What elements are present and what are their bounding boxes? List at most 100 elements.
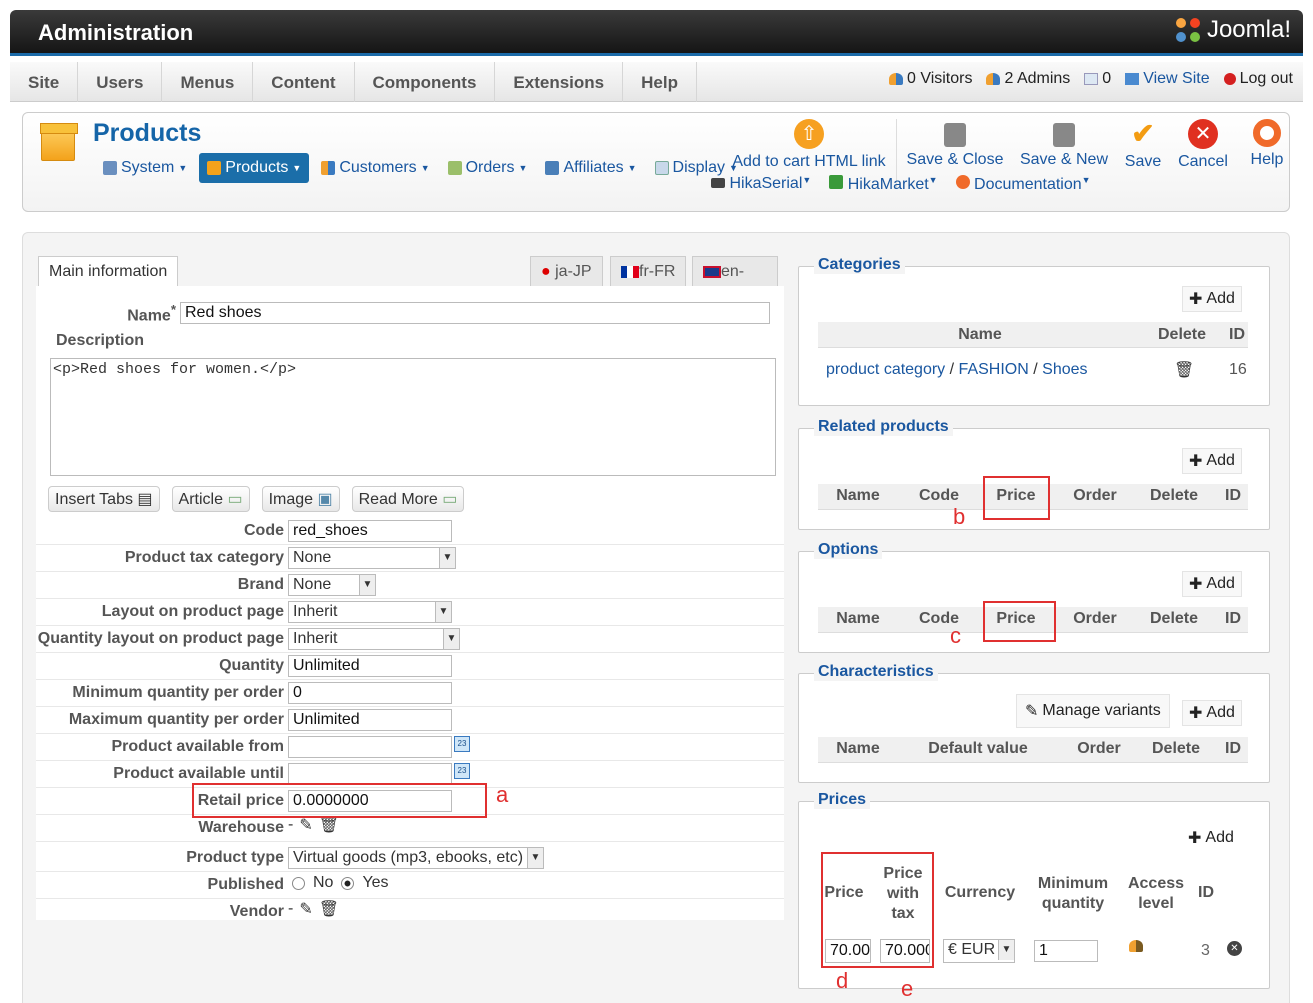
menu-extensions[interactable]: Extensions bbox=[495, 62, 624, 102]
tab-ja-jp[interactable]: ● ja-JP bbox=[530, 256, 603, 286]
manage-variants-button[interactable]: ✎ Manage variants bbox=[1016, 694, 1170, 728]
save-new-icon bbox=[1053, 123, 1075, 147]
min-qty-input[interactable]: 0 bbox=[288, 682, 452, 704]
trash-icon[interactable]: 🗑 bbox=[319, 899, 339, 919]
submenu-products[interactable]: Products ▼ bbox=[199, 153, 310, 183]
submenu-orders-label: Orders bbox=[465, 159, 515, 176]
image-button[interactable]: Image ▣ bbox=[261, 486, 340, 512]
add-to-cart-button[interactable]: ⇧ Add to cart HTML link bbox=[727, 119, 891, 171]
published-yes-radio[interactable] bbox=[341, 876, 355, 890]
product-type-select[interactable]: Virtual goods (mp3, ebooks, etc) ▼ bbox=[288, 847, 544, 869]
avail-from-input[interactable] bbox=[288, 736, 452, 758]
category-link-shoes[interactable]: Shoes bbox=[1042, 361, 1087, 378]
related-add-button[interactable]: ✚ Add bbox=[1182, 448, 1242, 474]
hikamarket-menu[interactable]: HikaMarket▼ bbox=[829, 175, 938, 194]
language-tabs: Main information ● ja-JP fr-FR en-GB bbox=[38, 256, 778, 310]
code-input[interactable]: red_shoes bbox=[288, 520, 452, 542]
options-col-delete: Delete bbox=[1149, 610, 1199, 627]
trash-icon[interactable]: 🗑 bbox=[319, 815, 339, 835]
submenu-system[interactable]: System ▼ bbox=[97, 155, 193, 181]
calendar-icon[interactable]: 23 bbox=[454, 763, 470, 779]
layout-row: Layout on product page Inherit ▼ bbox=[36, 599, 784, 626]
monitor-icon bbox=[1125, 72, 1140, 85]
qty-layout-select[interactable]: Inherit ▼ bbox=[288, 628, 460, 650]
documentation-label: Documentation bbox=[974, 176, 1082, 193]
cancel-button[interactable]: ✕ Cancel bbox=[1177, 119, 1229, 171]
menu-site[interactable]: Site bbox=[10, 62, 79, 102]
categories-col-name: Name bbox=[958, 326, 1002, 343]
menu-users[interactable]: Users bbox=[78, 62, 163, 102]
article-button[interactable]: Article ▭ bbox=[171, 486, 250, 512]
visitors-status[interactable]: 0 Visitors bbox=[888, 70, 972, 88]
help-button[interactable]: Help bbox=[1247, 119, 1287, 169]
category-path: product category / FASHION / Shoes bbox=[826, 361, 1088, 379]
tab-fr-fr[interactable]: fr-FR bbox=[610, 256, 687, 286]
characteristics-col-default: Default value bbox=[928, 740, 1028, 757]
categories-add-button[interactable]: ✚ Add bbox=[1182, 286, 1242, 312]
image-label: Image bbox=[268, 491, 314, 508]
max-qty-input[interactable]: Unlimited bbox=[288, 709, 452, 731]
annotation-box-b bbox=[983, 476, 1050, 520]
description-textarea[interactable]: <p>Red shoes for women.</p> bbox=[50, 358, 776, 476]
published-no-radio[interactable] bbox=[292, 876, 305, 890]
menu-menus[interactable]: Menus bbox=[162, 62, 254, 102]
chevron-down-icon: ▼ bbox=[627, 163, 637, 173]
chevron-down-icon: ▼ bbox=[518, 163, 528, 173]
logout-label: Log out bbox=[1239, 70, 1293, 87]
annotation-box-a bbox=[192, 783, 487, 818]
hikaserial-menu[interactable]: HikaSerial▼ bbox=[711, 175, 811, 194]
messages-status[interactable]: 0 bbox=[1084, 70, 1111, 88]
name-input[interactable]: Red shoes bbox=[180, 302, 770, 324]
trash-icon[interactable]: 🗑 bbox=[1174, 360, 1194, 380]
logout-link[interactable]: Log out bbox=[1223, 70, 1293, 88]
chevron-down-icon: ▼ bbox=[1081, 175, 1091, 185]
menu-content[interactable]: Content bbox=[253, 62, 355, 102]
menu-help[interactable]: Help bbox=[623, 62, 697, 102]
submenu-affiliates[interactable]: Affiliates ▼ bbox=[539, 155, 642, 181]
access-level-icon[interactable] bbox=[1129, 940, 1143, 952]
submenu-customers[interactable]: Customers ▼ bbox=[315, 155, 435, 181]
avail-until-input[interactable] bbox=[288, 763, 452, 785]
delete-price-icon[interactable]: ✕ bbox=[1227, 941, 1242, 956]
prices-add-button[interactable]: ✚ Add bbox=[1182, 826, 1240, 850]
menu-components[interactable]: Components bbox=[355, 62, 496, 102]
categories-add-label: Add bbox=[1206, 290, 1235, 307]
brand-select[interactable]: None ▼ bbox=[288, 574, 376, 596]
submenu-orders[interactable]: Orders ▼ bbox=[442, 155, 534, 181]
quantity-input[interactable]: Unlimited bbox=[288, 655, 452, 677]
tab-main-information[interactable]: Main information bbox=[38, 256, 179, 286]
lifebuoy-icon bbox=[955, 175, 970, 189]
edit-pencil-icon[interactable]: ✎ bbox=[299, 899, 312, 919]
characteristics-add-button[interactable]: ✚ Add bbox=[1182, 700, 1242, 726]
insert-tabs-button[interactable]: Insert Tabs ▤ bbox=[48, 486, 160, 512]
chevron-down-icon: ▼ bbox=[802, 175, 812, 185]
qty-layout-label: Quantity layout on product page bbox=[37, 630, 284, 647]
tax-select[interactable]: None ▼ bbox=[288, 547, 456, 569]
options-add-button[interactable]: ✚ Add bbox=[1182, 571, 1242, 597]
chevron-down-icon: ▼ bbox=[928, 175, 938, 185]
logout-icon bbox=[1223, 72, 1236, 85]
toolbar-extensions: HikaSerial▼ HikaMarket▼ Documentation▼ bbox=[711, 175, 1091, 194]
save-new-button[interactable]: Save & New bbox=[1019, 119, 1109, 169]
published-row: Published No Yes bbox=[36, 872, 784, 899]
annotation-label-d: d bbox=[836, 968, 849, 993]
tools-icon bbox=[103, 161, 117, 175]
related-col-order: Order bbox=[1073, 487, 1117, 504]
min-quantity-input[interactable]: 1 bbox=[1034, 940, 1098, 962]
insert-tabs-label: Insert Tabs bbox=[55, 491, 133, 508]
view-site-link[interactable]: View Site bbox=[1125, 70, 1210, 88]
save-close-button[interactable]: Save & Close bbox=[905, 119, 1005, 169]
save-button[interactable]: ✔ Save bbox=[1121, 119, 1165, 171]
category-link-fashion[interactable]: FASHION bbox=[959, 361, 1029, 378]
tab-en-gb[interactable]: en-GB bbox=[692, 256, 778, 310]
joomla-logo[interactable]: Joomla! bbox=[1173, 16, 1291, 44]
layout-select[interactable]: Inherit ▼ bbox=[288, 601, 452, 623]
documentation-menu[interactable]: Documentation▼ bbox=[955, 175, 1091, 194]
admins-status[interactable]: 2 Admins bbox=[986, 70, 1070, 88]
read-more-button[interactable]: Read More ▭ bbox=[351, 486, 465, 512]
currency-select[interactable]: € EUR ▼ bbox=[943, 939, 1015, 963]
characteristics-col-delete: Delete bbox=[1151, 740, 1201, 757]
calendar-icon[interactable]: 23 bbox=[454, 736, 470, 752]
edit-pencil-icon[interactable]: ✎ bbox=[299, 815, 312, 835]
category-link-root[interactable]: product category bbox=[826, 361, 945, 378]
